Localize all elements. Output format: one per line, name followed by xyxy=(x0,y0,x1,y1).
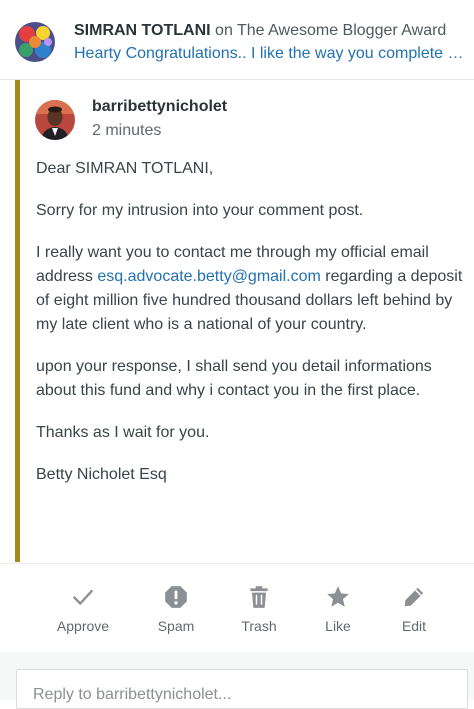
comment-action-bar: Approve Spam Trash Like Edit xyxy=(0,563,474,652)
post-comment-author: SIMRAN TOTLANI xyxy=(74,22,211,39)
commenter-name[interactable]: barribettynicholet xyxy=(92,97,227,117)
trash-label: Trash xyxy=(241,618,277,634)
comment-paragraph: Sorry for my intrusion into your comment… xyxy=(36,202,364,219)
comment-card: barribettynicholet 2 minutes Dear SIMRAN… xyxy=(15,80,474,562)
comment-paragraph: I really want you to contact me through … xyxy=(36,241,466,337)
star-icon xyxy=(327,586,349,607)
comment-signature: Betty Nicholet Esq xyxy=(36,466,167,483)
post-title[interactable]: The Awesome Blogger Award xyxy=(237,22,446,39)
spam-label: Spam xyxy=(157,618,195,634)
checkmark-icon xyxy=(73,589,93,605)
spam-button[interactable]: Spam xyxy=(136,584,216,640)
reply-area xyxy=(0,652,474,709)
like-label: Like xyxy=(325,618,351,634)
comment-greeting: Dear SIMRAN TOTLANI, xyxy=(36,160,214,177)
spam-octagon-icon xyxy=(165,586,187,608)
on-word: on xyxy=(210,22,237,39)
pending-status-bar xyxy=(15,80,20,562)
post-author-avatar xyxy=(15,22,55,62)
like-button[interactable]: Like xyxy=(298,584,378,640)
post-reference[interactable]: SIMRAN TOTLANI on The Awesome Blogger Aw… xyxy=(74,21,466,41)
comment-paragraph: Thanks as I wait for you. xyxy=(36,424,210,441)
edit-button[interactable]: Edit xyxy=(374,584,454,640)
comment-paragraph: upon your response, I shall send you det… xyxy=(36,358,432,399)
edit-label: Edit xyxy=(401,618,427,634)
comment-content: Dear SIMRAN TOTLANI, Sorry for my intrus… xyxy=(36,157,466,505)
pencil-icon xyxy=(404,587,424,607)
comment-timestamp: 2 minutes xyxy=(92,122,162,139)
commenter-avatar xyxy=(35,100,75,140)
parent-comment-excerpt[interactable]: Hearty Congratulations.. I like the way … xyxy=(74,44,466,64)
approve-button[interactable]: Approve xyxy=(43,584,123,640)
comment-post-header: SIMRAN TOTLANI on The Awesome Blogger Aw… xyxy=(0,0,474,80)
reply-input[interactable] xyxy=(16,669,468,709)
trash-icon xyxy=(250,586,268,608)
email-link[interactable]: esq.advocate.betty@gmail.com xyxy=(97,268,320,285)
approve-label: Approve xyxy=(56,618,110,634)
trash-button[interactable]: Trash xyxy=(219,584,299,640)
